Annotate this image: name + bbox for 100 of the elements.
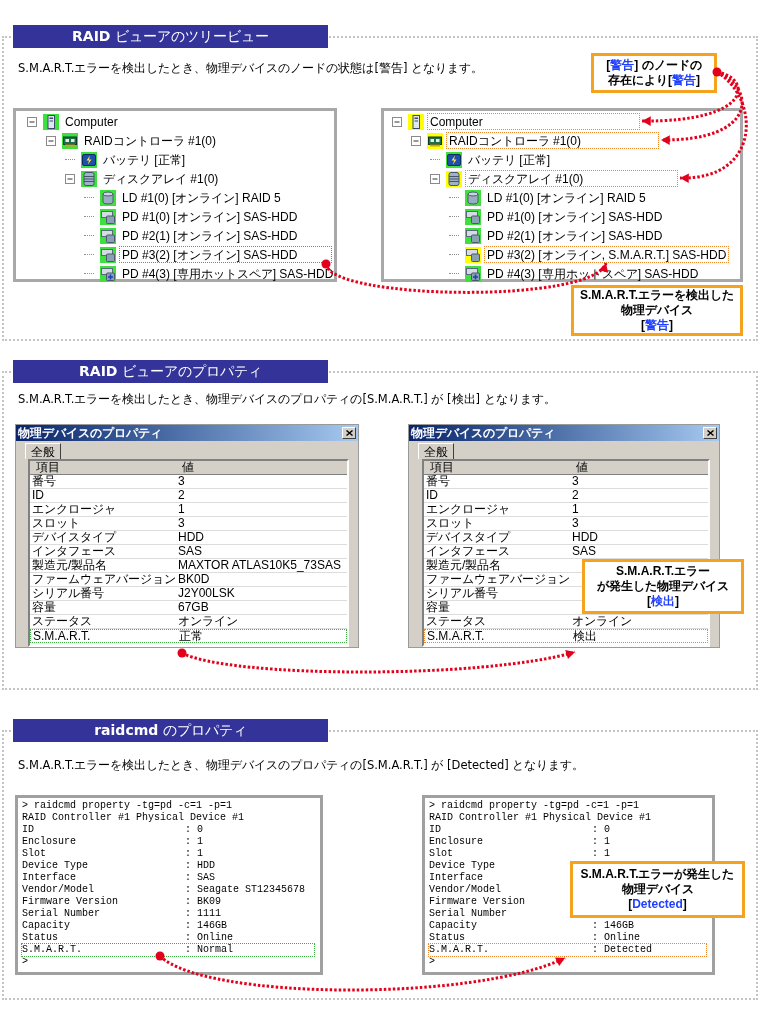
column-header[interactable]: 項目	[30, 461, 60, 474]
property-value: : Online	[185, 932, 233, 944]
property-label: Slot	[429, 848, 453, 860]
tree-node-label[interactable]: バッテリ [正常]	[100, 151, 188, 168]
terminal-line: >	[22, 956, 28, 968]
close-button[interactable]	[703, 427, 717, 439]
table-cell-text: BK0D	[177, 573, 210, 586]
collapse-icon[interactable]	[392, 116, 402, 127]
terminal-line: > raidcmd property -tg=pd -c=1 -p=1	[22, 800, 233, 812]
collapse-icon[interactable]	[411, 135, 421, 146]
tree-node-label[interactable]: RAIDコントローラ #1(0)	[81, 132, 220, 149]
table-cell-text: 容量	[425, 601, 450, 614]
table-cell-text: 検出	[572, 630, 597, 643]
callout: [警告] のノードの 存在により[警告]	[591, 53, 717, 93]
property-label: Slot	[22, 848, 46, 860]
table-cell-text: 3	[571, 517, 579, 530]
tree-node-label[interactable]: PD #2(1) [オンライン] SAS-HDD	[119, 227, 301, 244]
tree-node-label[interactable]: バッテリ [正常]	[465, 151, 553, 168]
property-value: : 0	[592, 824, 610, 836]
tree-node-label[interactable]: PD #1(0) [オンライン] SAS-HDD	[484, 208, 666, 225]
table-cell-text: スロット	[31, 517, 80, 530]
property-label: Serial Number	[22, 908, 100, 920]
property-label: S.M.A.R.T.	[22, 944, 82, 956]
property-label: Serial Number	[429, 908, 507, 920]
property-value: : 146GB	[592, 920, 634, 932]
tree-node-label[interactable]: LD #1(0) [オンライン] RAID 5	[119, 189, 284, 206]
property-label: Vendor/Model	[22, 884, 94, 896]
callout: S.M.A.R.T.エラーを検出した 物理デバイス [警告]	[571, 285, 743, 336]
property-label: Status	[22, 932, 58, 944]
terminal-line: > raidcmd property -tg=pd -c=1 -p=1	[429, 800, 640, 812]
collapse-icon[interactable]	[65, 173, 75, 184]
table-cell-text: エンクロージャ	[31, 503, 116, 516]
column-header[interactable]: 値	[176, 461, 194, 474]
tree-node-label[interactable]: RAIDコントローラ #1(0)	[446, 132, 659, 149]
tab[interactable]: 全般	[418, 443, 454, 459]
close-icon	[706, 430, 714, 436]
property-label: Interface	[22, 872, 76, 884]
tree-node-label[interactable]: ディスクアレイ #1(0)	[465, 170, 678, 187]
property-label: ID	[22, 824, 34, 836]
tab[interactable]: 全般	[25, 443, 61, 459]
property-value: : 1	[592, 836, 610, 848]
table-cell-text: 3	[177, 475, 185, 488]
table-cell-text: シリアル番号	[31, 587, 104, 600]
table-cell-text: シリアル番号	[425, 587, 498, 600]
table-cell-text: 2	[571, 489, 579, 502]
property-value: : 1	[592, 848, 610, 860]
table-cell-text: オンライン	[571, 615, 632, 628]
tree-node-label[interactable]: PD #2(1) [オンライン] SAS-HDD	[484, 227, 666, 244]
table-cell-text: J2Y00LSK	[177, 587, 235, 600]
table-cell-text: 製造元/製品名	[31, 559, 108, 572]
table-cell-text: デバイスタイプ	[425, 531, 510, 544]
section-header: RAID ビューアのツリービュー	[13, 25, 328, 48]
table-cell-text: 番号	[31, 475, 56, 488]
table-cell-text: SAS	[177, 545, 202, 558]
property-value: : Seagate ST12345678	[185, 884, 306, 896]
callout: S.M.A.R.T.エラーが発生した 物理デバイス [Detected]	[570, 861, 745, 918]
property-label: ID	[429, 824, 441, 836]
dialog-title: 物理デバイスのプロパティ	[18, 426, 162, 440]
table-cell-text: ID	[31, 489, 44, 502]
tree-node-label[interactable]: PD #1(0) [オンライン] SAS-HDD	[119, 208, 301, 225]
column-header[interactable]: 値	[570, 461, 588, 474]
callout: S.M.A.R.T.エラー が発生した物理デバイス [検出]	[582, 559, 744, 614]
table-cell-text: スロット	[425, 517, 474, 530]
table-cell-text: 67GB	[177, 601, 209, 614]
table-cell-text: インタフェース	[31, 545, 116, 558]
collapse-icon[interactable]	[430, 173, 440, 184]
dialog-title: 物理デバイスのプロパティ	[411, 426, 555, 440]
tree-node-label[interactable]: PD #4(3) [専用ホットスペア] SAS-HDD	[119, 265, 337, 282]
tree-node-label[interactable]: Computer	[427, 113, 640, 130]
collapse-icon[interactable]	[27, 116, 37, 127]
table-cell-text: SAS	[571, 545, 596, 558]
tree-node-label[interactable]: PD #3(2) [オンライン, S.M.A.R.T.] SAS-HDD	[484, 246, 730, 263]
collapse-icon[interactable]	[46, 135, 56, 146]
property-label: Enclosure	[22, 836, 76, 848]
close-button[interactable]	[342, 427, 356, 439]
property-label: Enclosure	[429, 836, 483, 848]
table-cell-text: 3	[571, 475, 579, 488]
table-cell-text: オンライン	[177, 615, 238, 628]
tree-node-label[interactable]: ディスクアレイ #1(0)	[100, 170, 222, 187]
section-header: raidcmd のプロパティ	[13, 719, 328, 742]
property-label: Firmware Version	[22, 896, 118, 908]
property-label: Status	[429, 932, 465, 944]
table-cell-text: 3	[177, 517, 185, 530]
tree-node-label[interactable]: LD #1(0) [オンライン] RAID 5	[484, 189, 649, 206]
property-value: : 1	[185, 836, 203, 848]
property-label: Device Type	[22, 860, 88, 872]
close-icon	[345, 430, 353, 436]
property-label: Vendor/Model	[429, 884, 501, 896]
tree-node-label[interactable]: Computer	[62, 113, 121, 130]
description-text: S.M.A.R.T.エラーを検出したとき、物理デバイスのプロパティの[S.M.A.R.T.] が [Detected] となります。	[18, 757, 585, 773]
property-value: : HDD	[185, 860, 215, 872]
property-value: : BK09	[185, 896, 221, 908]
property-value: : 1	[185, 848, 203, 860]
table-cell-text: HDD	[177, 531, 204, 544]
table-cell-text: ステータス	[31, 615, 92, 628]
table-cell-text: 正常	[178, 630, 203, 643]
column-header[interactable]: 項目	[424, 461, 454, 474]
property-label: S.M.A.R.T.	[429, 944, 489, 956]
table-cell-text: ID	[425, 489, 438, 502]
terminal-line: RAID Controller #1 Physical Device #1	[429, 812, 652, 824]
